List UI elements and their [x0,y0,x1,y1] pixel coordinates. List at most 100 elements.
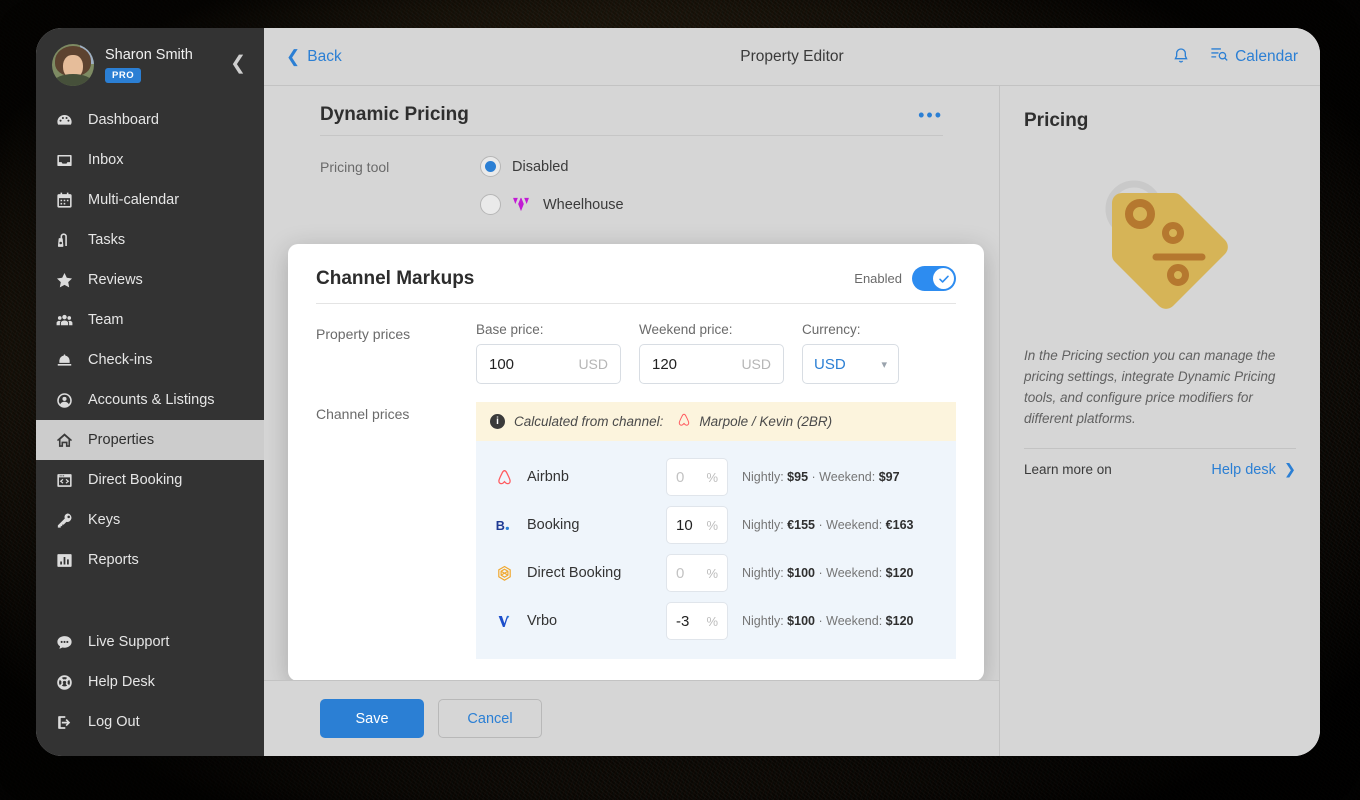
right-info-panel: Pricing In the Pricing section you can m… [1000,86,1320,756]
base-price-label: Base price: [476,322,544,337]
weekend-price-input[interactable]: 120 USD [639,344,784,384]
chat-bubble-icon [54,632,75,653]
weekend-label: Weekend: [826,566,883,580]
info-icon: i [490,414,505,429]
radio-label-disabled: Disabled [512,158,569,175]
channel-markups-title: Channel Markups [316,267,475,289]
weekend-price-value: 120 [652,355,678,373]
radio-icon [480,156,501,177]
channel-row-airbnb: Airbnb 0% Nightly: $95 · Weekend: $97 [476,453,956,501]
channel-row-booking: B Booking 10% Nightly: €155 · Weekend: €163 [476,501,956,549]
sidebar-item-label: Reviews [88,272,143,288]
sidebar-item-accounts-listings[interactable]: Accounts & Listings [36,380,264,420]
base-price-field: Base price: 100 USD [476,322,621,384]
sidebar-item-reviews[interactable]: Reviews [36,260,264,300]
nightly-value: $100 [787,566,815,580]
sidebar-item-label: Tasks [88,232,126,248]
sidebar-item-label: Live Support [88,634,170,650]
separator: · [818,518,823,532]
property-prices-label: Property prices [316,326,411,342]
enabled-toggle[interactable] [912,266,956,291]
chevron-right-icon: ❯ [1283,461,1296,478]
channel-prices-label: Channel prices [316,406,410,422]
sidebar-item-label: Help Desk [88,674,155,690]
sidebar-item-tasks[interactable]: Tasks [36,220,264,260]
weekend-value: $120 [885,566,914,580]
property-prices-row: Property prices Base price: 100 USD Week… [316,322,956,384]
radio-label-wheelhouse: Wheelhouse [543,196,624,213]
markup-input-direct-booking[interactable]: 0% [666,554,728,592]
sidebar-item-reports[interactable]: Reports [36,540,264,580]
sidebar: Sharon Smith PRO ❮ Dashboard Inbox Multi-c… [36,28,264,756]
nightly-label: Nightly: [742,470,784,484]
chevron-down-icon: ▾ [881,358,887,371]
currency-label: Currency: [802,322,861,337]
help-desk-label: Help desk [1211,461,1276,478]
calendar-search-icon [1209,45,1228,69]
profile-name: Sharon Smith [105,47,193,64]
help-desk-link[interactable]: Help desk ❯ [1211,462,1296,478]
save-button[interactable]: Save [320,699,424,738]
sidebar-item-live-support[interactable]: Live Support [36,622,264,662]
sidebar-item-direct-booking[interactable]: Direct Booking [36,460,264,500]
channel-row-direct-booking: Direct Booking 0% Nightly: $100 · Weekend:… [476,549,956,597]
pro-badge: PRO [105,68,142,83]
sidebar-item-help-desk[interactable]: Help Desk [36,662,264,702]
weekend-price-label: Weekend price: [639,322,733,337]
calculated-prices: Nightly: $100 · Weekend: $120 [742,614,913,628]
cancel-button[interactable]: Cancel [438,699,542,738]
code-window-icon [54,470,75,491]
bell-icon[interactable] [1171,46,1191,68]
svg-text:B: B [495,518,504,532]
currency-select[interactable]: USD ▾ [802,344,899,384]
markup-value: 10 [676,516,693,534]
back-label: Back [307,47,342,65]
radio-option-wheelhouse[interactable]: Wheelhouse [480,194,624,215]
base-price-input[interactable]: 100 USD [476,344,621,384]
markup-input-vrbo[interactable]: -3% [666,602,728,640]
sidebar-item-check-ins[interactable]: Check-ins [36,340,264,380]
nightly-label: Nightly: [742,566,784,580]
calculated-from-banner: i Calculated from channel: Marpole / Kev… [476,402,956,441]
airbnb-icon [676,412,692,431]
sidebar-item-log-out[interactable]: Log Out [36,702,264,742]
sidebar-item-team[interactable]: Team [36,300,264,340]
sidebar-item-properties[interactable]: Properties [36,420,264,460]
channel-markups-card: Channel Markups Enabled Property prices … [288,244,984,680]
nightly-label: Nightly: [742,614,784,628]
channel-prices-row: Channel prices i Calculated from channel… [316,402,956,659]
sidebar-item-keys[interactable]: Keys [36,500,264,540]
tasks-icon [54,230,75,251]
calendar-button[interactable]: Calendar [1209,45,1298,69]
chevron-left-icon[interactable]: ❮ [226,50,250,81]
sidebar-nav-bottom: Live Support Help Desk Log Out [36,622,264,756]
sidebar-item-label: Reports [88,552,139,568]
nightly-value: $100 [787,614,815,628]
base-price-suffix: USD [578,356,608,372]
weekend-label: Weekend: [819,470,876,484]
channel-name-cell: B Booking [494,515,666,535]
dashboard-icon [54,110,75,131]
radio-option-disabled[interactable]: Disabled [480,156,624,177]
sidebar-item-multi-calendar[interactable]: Multi-calendar [36,180,264,220]
sidebar-item-label: Inbox [88,152,124,168]
booking-icon: B [494,515,514,535]
markup-value: 0 [676,468,685,486]
markup-input-booking[interactable]: 10% [666,506,728,544]
markup-value: 0 [676,564,685,582]
calendar-icon [54,190,75,211]
sidebar-item-label: Check-ins [88,352,153,368]
weekend-value: €163 [885,518,914,532]
home-icon [54,430,75,451]
sidebar-item-inbox[interactable]: Inbox [36,140,264,180]
ellipsis-icon[interactable]: ••• [918,104,943,124]
sidebar-profile[interactable]: Sharon Smith PRO ❮ [36,28,264,100]
price-tag-icon [1024,142,1296,342]
back-button[interactable]: ❮ Back [286,48,342,66]
account-circle-icon [54,390,75,411]
calendar-label: Calendar [1235,47,1298,65]
nightly-label: Nightly: [742,518,784,532]
markup-input-airbnb[interactable]: 0% [666,458,728,496]
sidebar-item-dashboard[interactable]: Dashboard [36,100,264,140]
content-column: Dynamic Pricing ••• Pricing tool Disable… [264,86,1000,756]
